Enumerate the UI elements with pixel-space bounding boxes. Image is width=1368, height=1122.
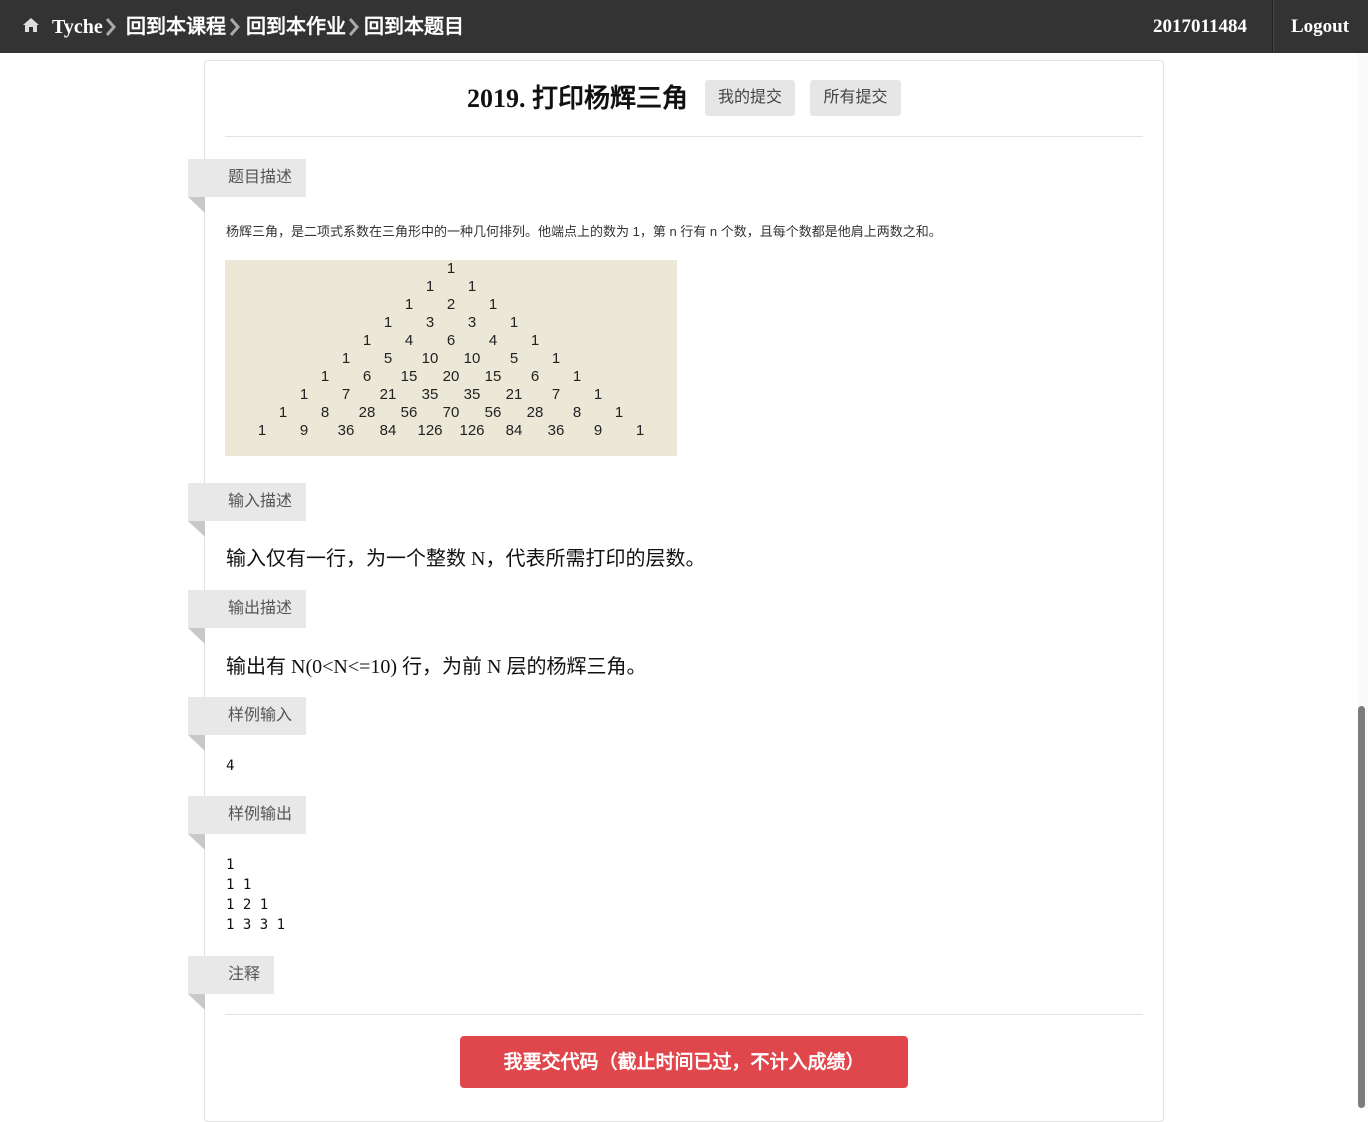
pascal-number: 7 [551, 386, 561, 403]
section-header-sample-input: 样例输入 [188, 697, 306, 735]
pascal-number: 1 [593, 386, 603, 403]
pascal-number: 1 [635, 422, 645, 439]
pascal-number: 36 [337, 422, 355, 439]
input-description-text: 输入仅有一行，为一个整数 N，代表所需打印的层数。 [226, 548, 706, 570]
pascal-number: 1 [530, 332, 540, 349]
section-header-notes: 注释 [188, 956, 274, 994]
sample-output-code: 1 1 1 1 2 1 1 3 3 1 [226, 857, 286, 933]
logout-link[interactable]: Logout [1291, 14, 1349, 40]
pascal-number: 1 [341, 350, 351, 367]
pascal-number: 56 [484, 404, 502, 421]
submit-code-button[interactable]: 我要交代码（截止时间已过，不计入成绩） [460, 1036, 908, 1088]
ribbon-fold [188, 834, 205, 850]
pascal-number: 2 [446, 296, 456, 313]
pascal-number: 21 [379, 386, 397, 403]
pascal-number: 28 [526, 404, 544, 421]
pascal-number: 7 [341, 386, 351, 403]
problem-title: 2019. 打印杨辉三角 [467, 84, 689, 113]
pascal-number: 1 [278, 404, 288, 421]
ribbon-fold [188, 628, 205, 644]
pascal-number: 126 [459, 422, 485, 439]
section-header-sample-output: 样例输出 [188, 796, 306, 834]
pascal-number: 126 [417, 422, 443, 439]
pascal-number: 1 [551, 350, 561, 367]
home-icon[interactable] [22, 17, 40, 33]
pascal-number: 84 [505, 422, 523, 439]
pascal-number: 28 [358, 404, 376, 421]
pascal-number: 1 [404, 296, 414, 313]
chevron-right-icon [230, 18, 240, 36]
chevron-right-icon [349, 18, 359, 36]
pascal-number: 4 [404, 332, 414, 349]
chevron-right-icon [106, 18, 116, 36]
pascal-number: 1 [509, 314, 519, 331]
pascal-number: 3 [467, 314, 477, 331]
pascal-number: 6 [446, 332, 456, 349]
pascal-number: 84 [379, 422, 397, 439]
sample-input-code: 4 [226, 758, 235, 774]
pascal-number: 1 [383, 314, 393, 331]
pascal-number: 9 [593, 422, 603, 439]
nav-divider [1272, 0, 1273, 53]
description-text: 杨辉三角，是二项式系数在三角形中的一种几何排列。他端点上的数为 1，第 n 行有… [226, 224, 942, 239]
pascal-number: 1 [425, 278, 435, 295]
pascal-number: 10 [421, 350, 439, 367]
breadcrumb-course[interactable]: 回到本课程 [126, 14, 226, 40]
ribbon-fold [188, 994, 205, 1010]
pascal-number: 5 [509, 350, 519, 367]
pascal-number: 4 [488, 332, 498, 349]
pascal-number: 1 [488, 296, 498, 313]
pascal-number: 5 [383, 350, 393, 367]
pascal-number: 6 [530, 368, 540, 385]
pascal-number: 35 [463, 386, 481, 403]
section-header-output: 输出描述 [188, 590, 306, 628]
pascal-number: 56 [400, 404, 418, 421]
section-header-description: 题目描述 [188, 159, 306, 197]
divider [225, 136, 1143, 137]
pascal-number: 1 [299, 386, 309, 403]
my-submissions-button[interactable]: 我的提交 [705, 80, 795, 116]
problem-panel: 2019. 打印杨辉三角 我的提交 所有提交 题目描述 杨辉三角，是二项式系数在… [188, 60, 1164, 1122]
pascal-number: 9 [299, 422, 309, 439]
pascal-number: 1 [320, 368, 330, 385]
scrollbar-thumb[interactable] [1358, 706, 1365, 1108]
pascal-number: 70 [442, 404, 460, 421]
pascal-number: 8 [320, 404, 330, 421]
all-submissions-button[interactable]: 所有提交 [810, 80, 901, 116]
pascal-number: 6 [362, 368, 372, 385]
pascal-number: 15 [400, 368, 418, 385]
divider [225, 1014, 1143, 1015]
pascal-number: 1 [257, 422, 267, 439]
ribbon-fold [188, 521, 205, 537]
breadcrumb-problem[interactable]: 回到本题目 [364, 14, 464, 40]
section-header-input: 输入描述 [188, 483, 306, 521]
pascal-triangle-figure: 1 1 1 1 2 1 1 3 3 1 1 4 6 4 1 1 5 10 10 5 1 1 6 15 20 15 6 1 1 7 21 35 3… [225, 260, 677, 456]
title-row: 2019. 打印杨辉三角 我的提交 所有提交 [205, 61, 1163, 137]
pascal-number: 1 [446, 260, 456, 277]
pascal-number: 21 [505, 386, 523, 403]
pascal-number: 1 [467, 278, 477, 295]
pascal-number: 15 [484, 368, 502, 385]
pascal-number: 1 [362, 332, 372, 349]
pascal-number: 36 [547, 422, 565, 439]
pascal-number: 10 [463, 350, 481, 367]
ribbon-fold [188, 735, 205, 751]
user-id[interactable]: 2017011484 [1153, 14, 1247, 40]
pascal-number: 20 [442, 368, 460, 385]
breadcrumb-assignment[interactable]: 回到本作业 [246, 14, 346, 40]
pascal-number: 35 [421, 386, 439, 403]
ribbon-fold [188, 197, 205, 213]
pascal-number: 1 [614, 404, 624, 421]
pascal-number: 8 [572, 404, 582, 421]
pascal-number: 1 [572, 368, 582, 385]
output-description-text: 输出有 N(0<N<=10) 行，为前 N 层的杨辉三角。 [226, 656, 647, 678]
home-link[interactable]: Tyche [52, 14, 103, 40]
pascal-number: 3 [425, 314, 435, 331]
top-navbar: Tyche 回到本课程 回到本作业 回到本题目 2017011484 Logou… [0, 0, 1368, 53]
